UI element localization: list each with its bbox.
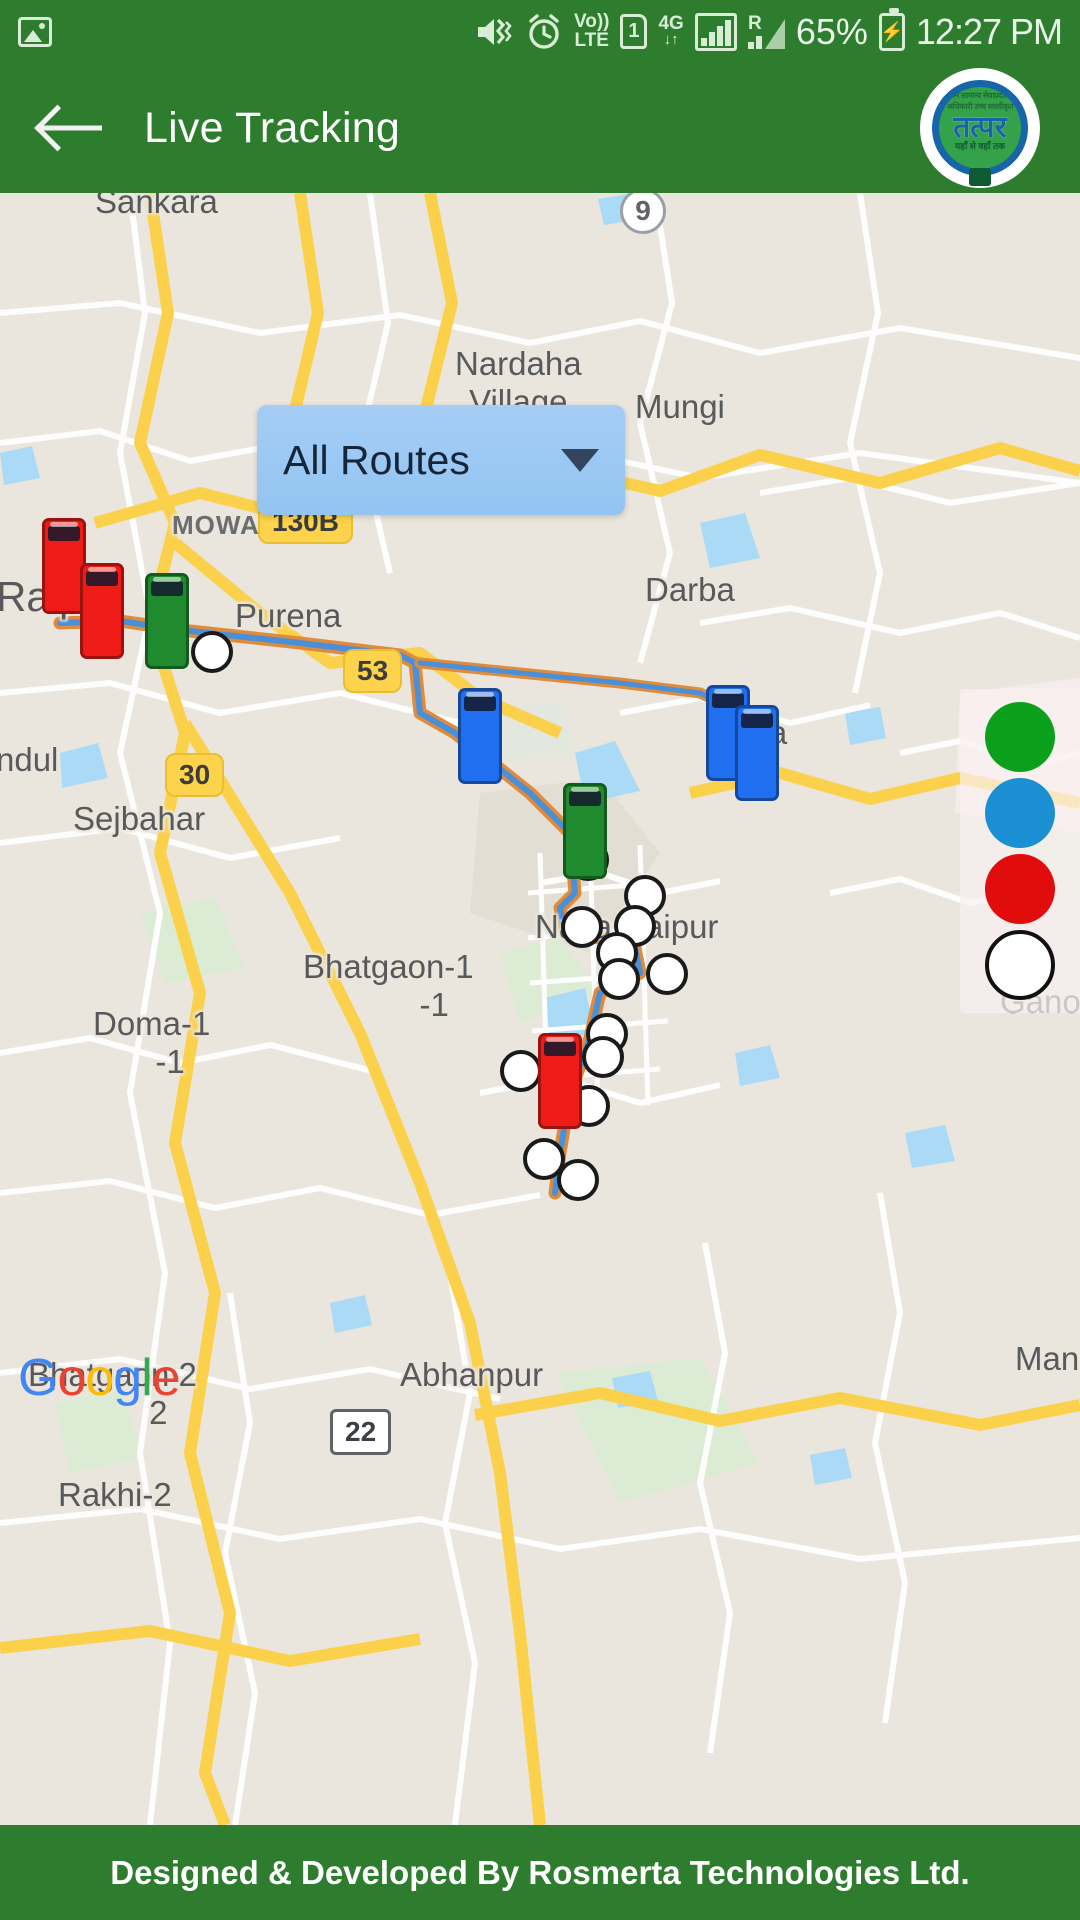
google-attribution: Google — [18, 1349, 181, 1407]
bus-stop-marker[interactable] — [561, 906, 603, 948]
footer-credit-label: Designed & Developed By Rosmerta Technol… — [110, 1853, 970, 1891]
bus-marker-green-1[interactable] — [145, 573, 189, 669]
legend-green-dot — [985, 702, 1055, 772]
network-4g-icon: 4G ↓↑ — [658, 13, 684, 49]
road-shield: 53 — [343, 649, 403, 693]
battery-percent-label: 65% — [795, 10, 868, 52]
status-legend — [960, 689, 1080, 1013]
legend-red-dot — [985, 854, 1055, 924]
status-bar: Vo)) LTE 1 4G ↓↑ R 65% ⚡ 12:27 PM — [0, 0, 1080, 63]
bus-marker-blue-1[interactable] — [458, 688, 502, 784]
roaming-icon: R — [747, 14, 785, 49]
alarm-icon — [525, 13, 563, 51]
bus-stop-marker[interactable] — [582, 1036, 624, 1078]
sim-indicator-icon: 1 — [620, 14, 648, 49]
bus-stop-marker[interactable] — [191, 631, 233, 673]
logo-sub-text: यहाँ से वहाँ तक — [954, 141, 1006, 151]
bus-marker-red-2[interactable] — [80, 563, 124, 659]
bus-marker-green-2[interactable] — [563, 783, 607, 879]
route-filter-dropdown[interactable]: All Routes — [257, 405, 625, 515]
back-arrow-icon[interactable] — [40, 103, 102, 153]
bus-stop-marker[interactable] — [557, 1159, 599, 1201]
bus-stop-marker[interactable] — [646, 953, 688, 995]
chevron-down-icon[interactable] — [561, 448, 599, 472]
road-shield: 30 — [165, 753, 225, 797]
map-canvas[interactable]: SankaraNardaha VillageMungiMOWADarbaRaip… — [0, 193, 1080, 1825]
road-shield: 22 — [330, 1409, 392, 1455]
legend-white-dot — [985, 930, 1055, 1000]
page-title: Live Tracking — [144, 103, 400, 152]
bus-stop-marker[interactable] — [500, 1050, 542, 1092]
tatpar-logo: जन सामान्य सेवाप्रदाता अधिकारी उच्च सरली… — [920, 68, 1040, 188]
gallery-icon — [18, 16, 52, 47]
route-filter-label: All Routes — [283, 436, 470, 483]
footer-bar: Designed & Developed By Rosmerta Technol… — [0, 1825, 1080, 1920]
clock-label: 12:27 PM — [915, 10, 1063, 52]
bus-stop-marker[interactable] — [598, 958, 640, 1000]
bus-marker-red-3[interactable] — [538, 1033, 582, 1129]
volte-icon: Vo)) LTE — [573, 11, 610, 51]
app-bar: Live Tracking जन सामान्य सेवाप्रदाता अधि… — [0, 63, 1080, 193]
bus-marker-blue-3[interactable] — [735, 705, 779, 801]
logo-bus-icon — [969, 168, 991, 186]
legend-blue-dot — [985, 778, 1055, 848]
mute-vibrate-icon — [474, 14, 514, 50]
battery-charging-icon: ⚡ — [878, 7, 905, 51]
signal-bars-icon — [694, 12, 737, 51]
